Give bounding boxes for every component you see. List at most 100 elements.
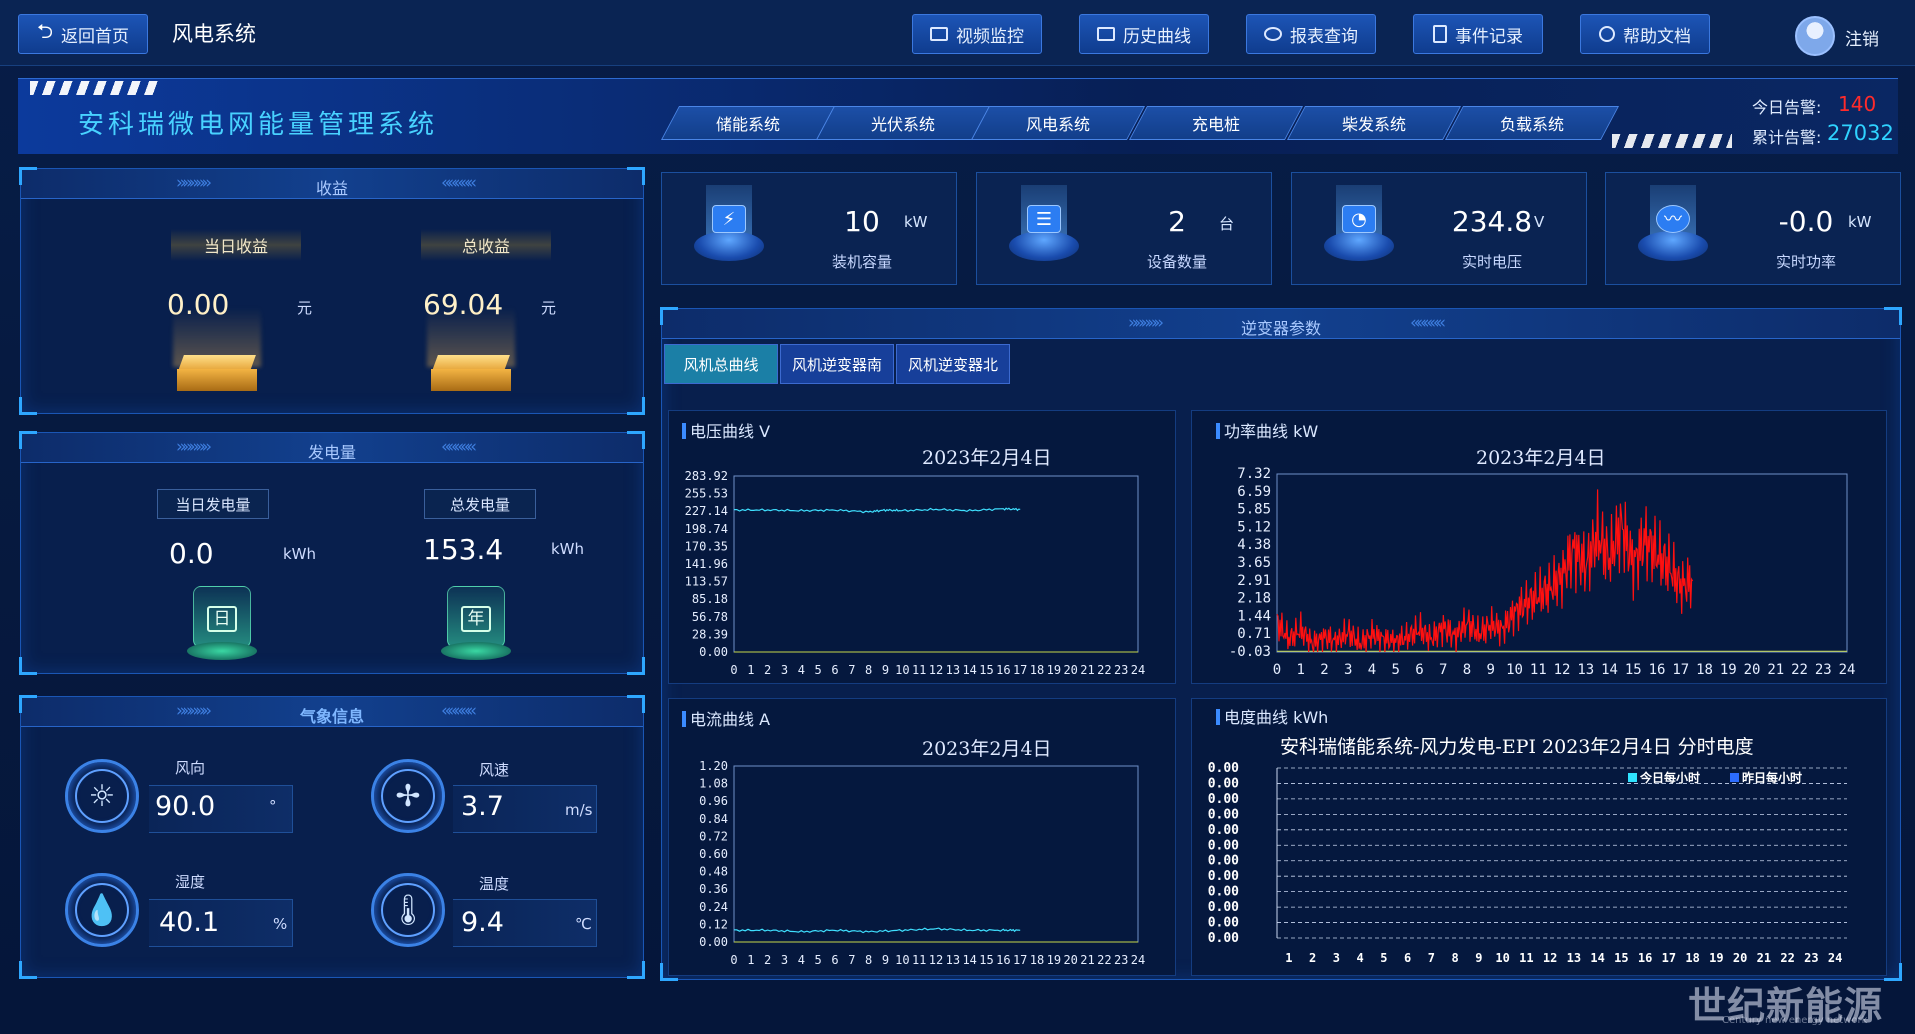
x-tick-label: 17 xyxy=(1013,953,1027,967)
x-tick-label: 8 xyxy=(865,663,872,677)
page-name: 风电系统 xyxy=(172,22,256,46)
energy-chart-title: 电度曲线 kWh xyxy=(1216,704,1328,728)
x-tick-label: 20 xyxy=(1063,663,1077,677)
wind-direction-value: 90.0 xyxy=(155,791,216,822)
series-line xyxy=(734,507,1021,514)
today-income-label: 当日收益 xyxy=(171,229,301,261)
logout-link[interactable]: 注销 xyxy=(1845,25,1879,50)
corner-decor xyxy=(627,167,645,185)
x-tick-label: 3 xyxy=(781,953,788,967)
pedestal xyxy=(1638,231,1708,261)
history-curve-button[interactable]: 历史曲线 xyxy=(1079,14,1209,54)
x-tick-label: 17 xyxy=(1672,662,1689,678)
total-generation-label: 总发电量 xyxy=(424,489,536,519)
y-tick-label: 5.85 xyxy=(1237,502,1271,518)
x-tick-label: 7 xyxy=(848,663,855,677)
humidity-icon: 💧 xyxy=(65,873,139,947)
x-tick-label: 5 xyxy=(815,953,822,967)
x-tick-label: 8 xyxy=(865,953,872,967)
x-tick-label: 16 xyxy=(996,663,1010,677)
nav-tab-wind[interactable]: 风电系统 xyxy=(970,106,1146,140)
corner-decor xyxy=(19,961,37,979)
y-tick-label: 227.14 xyxy=(685,504,728,518)
nav-tab-load[interactable]: 负载系统 xyxy=(1444,106,1620,140)
chart-icon xyxy=(1097,27,1115,41)
nav-tab-pv[interactable]: 光伏系统 xyxy=(815,106,991,140)
y-tick-label: 1.08 xyxy=(699,777,728,791)
x-tick-label: 6 xyxy=(1404,951,1411,965)
corner-decor xyxy=(19,397,37,415)
pulse-icon: 〰 xyxy=(1656,205,1690,233)
x-tick-label: 10 xyxy=(895,663,909,677)
y-tick-label: 0.00 xyxy=(1208,792,1239,807)
chevron-left-icon: ««««« xyxy=(441,173,477,193)
x-tick-label: 1 xyxy=(747,663,754,677)
x-tick-label: 17 xyxy=(1013,663,1027,677)
y-tick-label: 170.35 xyxy=(685,539,728,553)
nav-tab-charging[interactable]: 充电桩 xyxy=(1128,106,1304,140)
x-tick-label: 3 xyxy=(1333,951,1340,965)
stat-card-devices: ☰ 2 台 设备数量 xyxy=(976,172,1272,285)
x-tick-label: 17 xyxy=(1662,951,1676,965)
x-tick-label: 7 xyxy=(848,953,855,967)
plot-area xyxy=(733,475,1139,653)
x-tick-label: 8 xyxy=(1463,662,1471,678)
total-generation-value: 153.4 xyxy=(423,533,504,566)
report-query-label: 报表查询 xyxy=(1290,26,1358,47)
nav-tab-storage[interactable]: 储能系统 xyxy=(660,106,836,140)
x-tick-label: 16 xyxy=(1638,951,1652,965)
x-tick-label: 7 xyxy=(1439,662,1447,678)
tab-inverter-south[interactable]: 风机逆变器南 xyxy=(780,344,894,384)
event-log-button[interactable]: 事件记录 xyxy=(1413,14,1543,54)
today-income-unit: 元 xyxy=(297,299,313,317)
tab-inverter-north[interactable]: 风机逆变器北 xyxy=(896,344,1010,384)
x-tick-label: 23 xyxy=(1804,951,1818,965)
y-tick-label: 0.00 xyxy=(1208,885,1239,900)
x-tick-label: 1 xyxy=(1285,951,1292,965)
y-tick-label: 0.72 xyxy=(699,829,728,843)
x-tick-label: 3 xyxy=(781,663,788,677)
tab-wind-total[interactable]: 风机总曲线 xyxy=(664,344,778,384)
y-tick-label: -0.03 xyxy=(1229,644,1271,660)
power-unit: kW xyxy=(1848,213,1872,231)
x-tick-label: 8 xyxy=(1452,951,1459,965)
report-query-button[interactable]: 报表查询 xyxy=(1246,14,1376,54)
help-doc-button[interactable]: 帮助文档 xyxy=(1580,14,1710,54)
x-tick-label: 2 xyxy=(764,953,771,967)
power-chart: 7.32 6.59 5.855.12 4.38 3.65 2.91 2.181.44 0.71… xyxy=(1229,466,1856,678)
x-tick-label: 10 xyxy=(1495,951,1509,965)
stat-card-power: 〰 -0.0 kW 实时功率 xyxy=(1605,172,1901,285)
x-tick-label: 21 xyxy=(1767,662,1784,678)
x-tick-label: 23 xyxy=(1114,953,1128,967)
stat-card-capacity: ⚡ 10 kW 装机容量 xyxy=(661,172,957,285)
home-button-label: 返回首页 xyxy=(61,26,130,47)
alarm-total-count: 27032 xyxy=(1827,121,1894,145)
x-tick-label: 24 xyxy=(1131,953,1145,967)
user-avatar[interactable] xyxy=(1795,16,1835,56)
calendar-year-icon: 年 xyxy=(441,578,511,662)
power-chart-title: 功率曲线 kW xyxy=(1216,418,1318,442)
y-tick-label: 283.92 xyxy=(685,469,728,483)
nav-tab-label: 充电桩 xyxy=(1191,115,1240,134)
x-tick-label: 14 xyxy=(1601,662,1618,678)
legend-label-today: 今日每小时 xyxy=(1639,770,1700,785)
total-income-label: 总收益 xyxy=(421,229,551,261)
video-monitor-button[interactable]: 视频监控 xyxy=(912,14,1042,54)
x-tick-label: 12 xyxy=(1554,662,1571,678)
y-tick-label: 0.00 xyxy=(1208,854,1239,869)
x-tick-label: 0 xyxy=(730,953,737,967)
chevron-left-icon: ««««« xyxy=(441,701,477,721)
plot-area xyxy=(1276,473,1848,653)
x-tick-label: 24 xyxy=(1828,951,1842,965)
home-button[interactable]: ⮌ 返回首页 xyxy=(18,14,148,54)
wind-direction-unit: ° xyxy=(269,797,277,815)
plot-area xyxy=(733,765,1139,943)
x-tick-label: 1 xyxy=(1297,662,1305,678)
x-tick-label: 11 xyxy=(912,953,926,967)
nav-tab-diesel[interactable]: 柴发系统 xyxy=(1286,106,1462,140)
temperature-label: 温度 xyxy=(479,875,510,893)
alarm-total-label: 累计告警: xyxy=(1752,128,1822,147)
y-tick-label: 85.18 xyxy=(692,592,728,606)
watermark-subtitle: Century new energy network xyxy=(1722,1015,1868,1026)
legend-swatch-today xyxy=(1628,773,1637,782)
